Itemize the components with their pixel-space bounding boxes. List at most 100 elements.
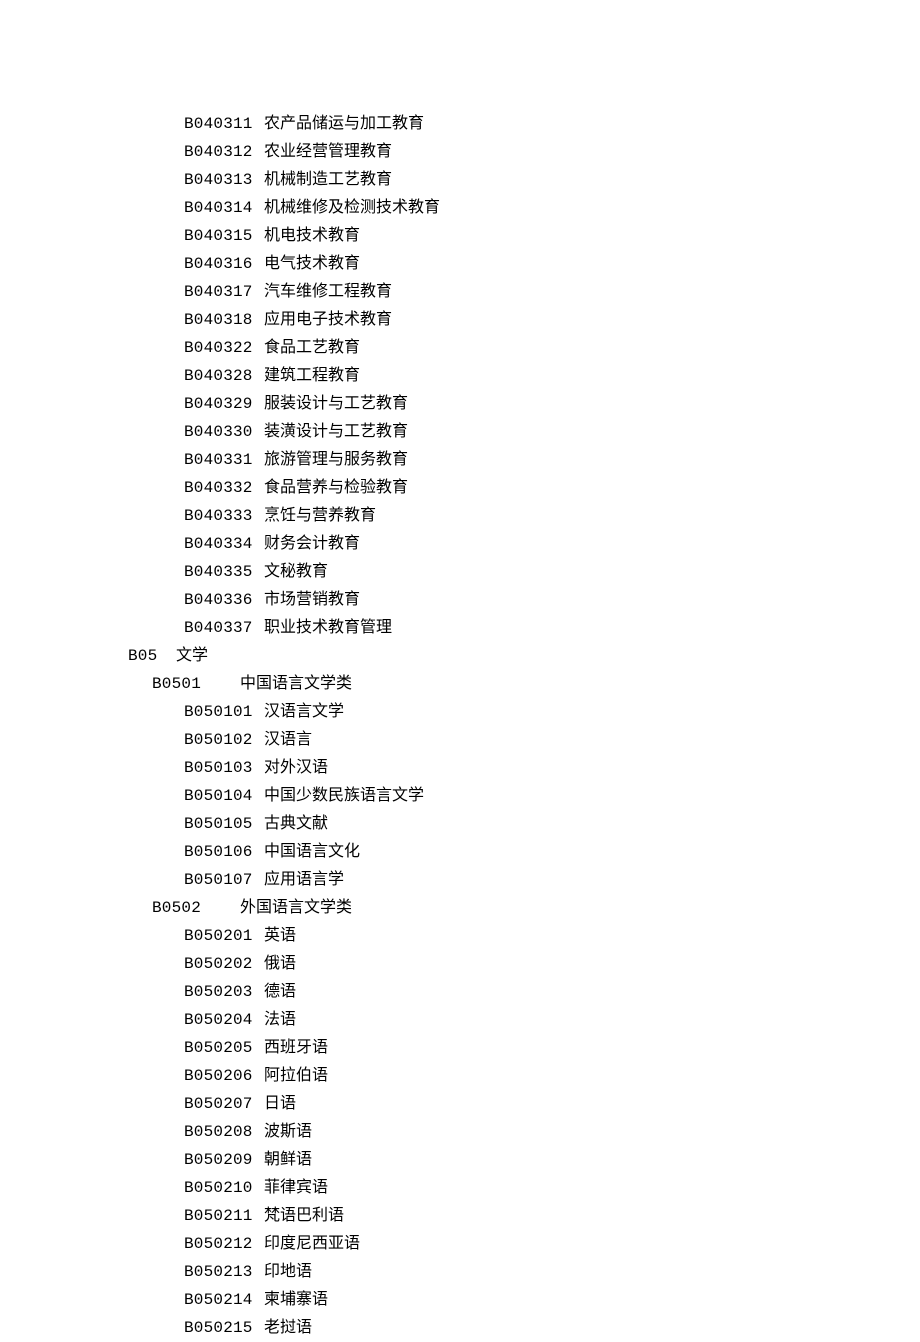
catalog-code: B050206 [184, 1062, 264, 1090]
catalog-code: B050203 [184, 978, 264, 1006]
catalog-name: 中国语言文学类 [240, 670, 352, 698]
catalog-name: 食品营养与检验教育 [264, 474, 408, 502]
catalog-row: B040329服装设计与工艺教育 [184, 390, 920, 418]
catalog-code: B050204 [184, 1006, 264, 1034]
catalog-name: 对外汉语 [264, 754, 328, 782]
catalog-code: B040312 [184, 138, 264, 166]
catalog-row: B040311农产品储运与加工教育 [184, 110, 920, 138]
catalog-row: B050209朝鲜语 [184, 1146, 920, 1174]
catalog-listing: B040311农产品储运与加工教育B040312农业经营管理教育B040313机… [0, 110, 920, 1342]
catalog-name: 古典文献 [264, 810, 328, 838]
catalog-row: B040337职业技术教育管理 [184, 614, 920, 642]
catalog-code: B050210 [184, 1174, 264, 1202]
catalog-name: 俄语 [264, 950, 296, 978]
catalog-row: B040316电气技术教育 [184, 250, 920, 278]
catalog-code: B050205 [184, 1034, 264, 1062]
catalog-code: B040330 [184, 418, 264, 446]
catalog-row: B050103对外汉语 [184, 754, 920, 782]
catalog-row: B040330装潢设计与工艺教育 [184, 418, 920, 446]
catalog-code: B050103 [184, 754, 264, 782]
catalog-code: B040332 [184, 474, 264, 502]
catalog-code: B040313 [184, 166, 264, 194]
catalog-code: B040317 [184, 278, 264, 306]
catalog-name: 农业经营管理教育 [264, 138, 392, 166]
catalog-row: B050204法语 [184, 1006, 920, 1034]
catalog-row: B050210菲律宾语 [184, 1174, 920, 1202]
catalog-row: B040317汽车维修工程教育 [184, 278, 920, 306]
catalog-name: 外国语言文学类 [240, 894, 352, 922]
catalog-row: B040335文秘教育 [184, 558, 920, 586]
catalog-name: 菲律宾语 [264, 1174, 328, 1202]
catalog-row: B040334财务会计教育 [184, 530, 920, 558]
catalog-row: B05文学 [128, 642, 920, 670]
catalog-code: B040316 [184, 250, 264, 278]
catalog-code: B05 [128, 642, 176, 670]
catalog-name: 食品工艺教育 [264, 334, 360, 362]
catalog-name: 机械制造工艺教育 [264, 166, 392, 194]
catalog-code: B050212 [184, 1230, 264, 1258]
catalog-name: 机械维修及检测技术教育 [264, 194, 440, 222]
catalog-row: B050106中国语言文化 [184, 838, 920, 866]
catalog-row: B0501中国语言文学类 [152, 670, 920, 698]
catalog-name: 中国语言文化 [264, 838, 360, 866]
catalog-row: B0502外国语言文学类 [152, 894, 920, 922]
catalog-row: B040314机械维修及检测技术教育 [184, 194, 920, 222]
catalog-name: 印度尼西亚语 [264, 1230, 360, 1258]
catalog-name: 老挝语 [264, 1314, 312, 1342]
catalog-row: B040333烹饪与营养教育 [184, 502, 920, 530]
catalog-row: B040312农业经营管理教育 [184, 138, 920, 166]
catalog-code: B050104 [184, 782, 264, 810]
catalog-row: B050214柬埔寨语 [184, 1286, 920, 1314]
catalog-row: B040336市场营销教育 [184, 586, 920, 614]
catalog-name: 英语 [264, 922, 296, 950]
catalog-row: B050104中国少数民族语言文学 [184, 782, 920, 810]
catalog-name: 汉语言文学 [264, 698, 344, 726]
catalog-name: 西班牙语 [264, 1034, 328, 1062]
catalog-row: B050102汉语言 [184, 726, 920, 754]
catalog-name: 阿拉伯语 [264, 1062, 328, 1090]
catalog-name: 法语 [264, 1006, 296, 1034]
catalog-code: B050102 [184, 726, 264, 754]
catalog-name: 农产品储运与加工教育 [264, 110, 424, 138]
catalog-row: B040331旅游管理与服务教育 [184, 446, 920, 474]
catalog-name: 印地语 [264, 1258, 312, 1286]
catalog-name: 柬埔寨语 [264, 1286, 328, 1314]
catalog-code: B050208 [184, 1118, 264, 1146]
catalog-code: B040331 [184, 446, 264, 474]
catalog-code: B050105 [184, 810, 264, 838]
catalog-name: 应用语言学 [264, 866, 344, 894]
catalog-row: B050207日语 [184, 1090, 920, 1118]
catalog-name: 梵语巴利语 [264, 1202, 344, 1230]
catalog-code: B040329 [184, 390, 264, 418]
catalog-code: B040322 [184, 334, 264, 362]
catalog-code: B040337 [184, 614, 264, 642]
catalog-name: 文学 [176, 642, 208, 670]
catalog-row: B050107应用语言学 [184, 866, 920, 894]
catalog-name: 旅游管理与服务教育 [264, 446, 408, 474]
catalog-code: B050101 [184, 698, 264, 726]
catalog-name: 汽车维修工程教育 [264, 278, 392, 306]
catalog-row: B050213印地语 [184, 1258, 920, 1286]
catalog-name: 应用电子技术教育 [264, 306, 392, 334]
catalog-code: B050209 [184, 1146, 264, 1174]
catalog-code: B0502 [152, 894, 240, 922]
catalog-name: 文秘教育 [264, 558, 328, 586]
catalog-name: 市场营销教育 [264, 586, 360, 614]
catalog-code: B040314 [184, 194, 264, 222]
catalog-name: 日语 [264, 1090, 296, 1118]
catalog-row: B050211梵语巴利语 [184, 1202, 920, 1230]
catalog-code: B050207 [184, 1090, 264, 1118]
catalog-row: B040322食品工艺教育 [184, 334, 920, 362]
catalog-code: B040335 [184, 558, 264, 586]
catalog-name: 朝鲜语 [264, 1146, 312, 1174]
catalog-name: 汉语言 [264, 726, 312, 754]
catalog-row: B040313机械制造工艺教育 [184, 166, 920, 194]
catalog-name: 职业技术教育管理 [264, 614, 392, 642]
catalog-name: 中国少数民族语言文学 [264, 782, 424, 810]
catalog-code: B050215 [184, 1314, 264, 1342]
catalog-code: B050107 [184, 866, 264, 894]
catalog-code: B050213 [184, 1258, 264, 1286]
catalog-name: 服装设计与工艺教育 [264, 390, 408, 418]
catalog-code: B040318 [184, 306, 264, 334]
catalog-name: 电气技术教育 [264, 250, 360, 278]
